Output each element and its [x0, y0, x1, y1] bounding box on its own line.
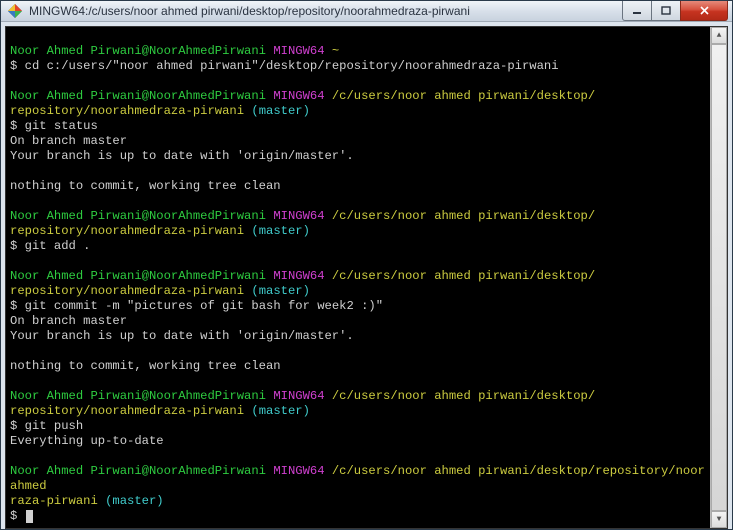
- cmd-commit: git commit -m "pictures of git bash for …: [25, 299, 383, 313]
- output-line: On branch master: [10, 134, 127, 148]
- prompt-path: raza-pirwani: [10, 494, 98, 508]
- cmd-add: git add .: [25, 239, 91, 253]
- cmd-status: git status: [25, 119, 98, 133]
- close-button[interactable]: [680, 1, 728, 21]
- minimize-button[interactable]: [622, 1, 652, 21]
- output-line: Everything up-to-date: [10, 434, 164, 448]
- ps1: $: [10, 419, 17, 433]
- prompt-path: /c/users/noor ahmed pirwani/desktop/: [332, 209, 595, 223]
- prompt-user: Noor Ahmed Pirwani@NoorAhmedPirwani: [10, 89, 266, 103]
- prompt-path: repository/noorahmedraza-pirwani: [10, 224, 244, 238]
- prompt-path: repository/noorahmedraza-pirwani: [10, 404, 244, 418]
- prompt-path: /c/users/noor ahmed pirwani/desktop/: [332, 269, 595, 283]
- prompt-branch: (master): [251, 224, 310, 238]
- prompt-user: Noor Ahmed Pirwani@NoorAhmedPirwani: [10, 209, 266, 223]
- cursor: [26, 510, 33, 523]
- prompt-path: /c/users/noor ahmed pirwani/desktop/: [332, 89, 595, 103]
- titlebar[interactable]: MINGW64:/c/users/noor ahmed pirwani/desk…: [1, 1, 732, 22]
- prompt-sys: MINGW64: [273, 44, 324, 58]
- output-line: nothing to commit, working tree clean: [10, 179, 281, 193]
- prompt-branch: (master): [251, 284, 310, 298]
- maximize-button[interactable]: [651, 1, 681, 21]
- ps1: $: [10, 299, 17, 313]
- prompt-user: Noor Ahmed Pirwani@NoorAhmedPirwani: [10, 464, 266, 478]
- prompt-path: repository/noorahmedraza-pirwani: [10, 104, 244, 118]
- scroll-thumb[interactable]: [711, 44, 727, 511]
- git-bash-icon: [7, 3, 23, 19]
- prompt-branch: (master): [251, 404, 310, 418]
- prompt-branch: (master): [105, 494, 164, 508]
- prompt-path: ~: [332, 44, 339, 58]
- window-title: MINGW64:/c/users/noor ahmed pirwani/desk…: [29, 4, 623, 18]
- scroll-down-button[interactable]: ▼: [711, 511, 727, 528]
- scrollbar[interactable]: ▲ ▼: [710, 27, 727, 528]
- prompt-sys: MINGW64: [273, 464, 324, 478]
- output-line: Your branch is up to date with 'origin/m…: [10, 149, 354, 163]
- prompt-sys: MINGW64: [273, 389, 324, 403]
- app-window: MINGW64:/c/users/noor ahmed pirwani/desk…: [0, 0, 733, 530]
- prompt-path: repository/noorahmedraza-pirwani: [10, 284, 244, 298]
- prompt-sys: MINGW64: [273, 269, 324, 283]
- output-line: On branch master: [10, 314, 127, 328]
- cmd-push: git push: [25, 419, 84, 433]
- output-line: nothing to commit, working tree clean: [10, 359, 281, 373]
- ps1: $: [10, 59, 17, 73]
- scroll-up-button[interactable]: ▲: [711, 27, 727, 44]
- client-area: Noor Ahmed Pirwani@NoorAhmedPirwani MING…: [5, 26, 728, 529]
- ps1: $: [10, 119, 17, 133]
- ps1: $: [10, 239, 17, 253]
- output-line: Your branch is up to date with 'origin/m…: [10, 329, 354, 343]
- prompt-branch: (master): [251, 104, 310, 118]
- window-controls: [623, 1, 728, 21]
- prompt-path: /c/users/noor ahmed pirwani/desktop/: [332, 389, 595, 403]
- cmd-cd: cd c:/users/"noor ahmed pirwani"/desktop…: [25, 59, 559, 73]
- prompt-user: Noor Ahmed Pirwani@NoorAhmedPirwani: [10, 389, 266, 403]
- prompt-sys: MINGW64: [273, 89, 324, 103]
- terminal[interactable]: Noor Ahmed Pirwani@NoorAhmedPirwani MING…: [6, 27, 710, 528]
- prompt-sys: MINGW64: [273, 209, 324, 223]
- blank-line: [10, 29, 17, 43]
- ps1: $: [10, 509, 17, 523]
- prompt-user: Noor Ahmed Pirwani@NoorAhmedPirwani: [10, 269, 266, 283]
- prompt-user: Noor Ahmed Pirwani@NoorAhmedPirwani: [10, 44, 266, 58]
